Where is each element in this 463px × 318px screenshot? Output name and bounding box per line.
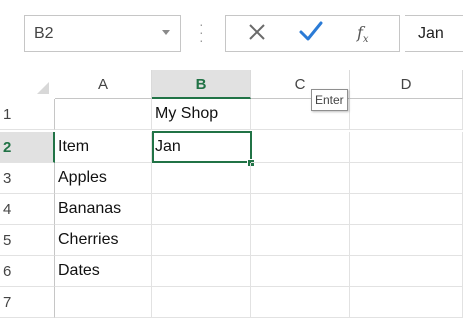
cell-d3[interactable] — [350, 163, 463, 194]
cell-b4[interactable] — [152, 194, 251, 225]
name-box-dropdown-icon[interactable] — [162, 30, 170, 35]
row-header-4[interactable]: 4 — [0, 194, 55, 225]
cell-a5[interactable]: Cherries — [55, 225, 152, 256]
column-header-a[interactable]: A — [55, 70, 152, 99]
cell-b2[interactable]: Jan — [152, 131, 252, 163]
enter-tooltip: Enter — [311, 89, 348, 111]
cell-d6[interactable] — [350, 256, 463, 287]
cell-c4[interactable] — [251, 194, 350, 225]
select-all-triangle-icon — [37, 82, 49, 94]
cell-b3[interactable] — [152, 163, 251, 194]
cell-a4[interactable]: Bananas — [55, 194, 152, 225]
cell-d2[interactable] — [350, 132, 463, 163]
row-header-2[interactable]: 2 — [0, 132, 55, 163]
cell-a1[interactable] — [55, 99, 152, 130]
enter-check-icon[interactable] — [298, 19, 324, 43]
cell-d4[interactable] — [350, 194, 463, 225]
cell-b5[interactable] — [152, 225, 251, 256]
worksheet-grid: A B C D 1 My Shop 2 Item Jan 3 Apples 4 Bananas 5 Cher… — [0, 70, 463, 318]
cell-c6[interactable] — [251, 256, 350, 287]
cell-d1[interactable] — [350, 99, 463, 130]
row-header-6[interactable]: 6 — [0, 256, 55, 287]
formula-input[interactable]: Jan — [405, 15, 463, 52]
cancel-x-icon[interactable] — [245, 20, 269, 44]
column-header-d[interactable]: D — [350, 70, 463, 99]
name-box[interactable]: B2 — [24, 15, 181, 52]
cell-b1[interactable]: My Shop — [152, 99, 251, 130]
cell-d5[interactable] — [350, 225, 463, 256]
cell-a7[interactable] — [55, 287, 152, 318]
cell-c2[interactable] — [251, 132, 350, 163]
cell-a6[interactable]: Dates — [55, 256, 152, 287]
column-header-b[interactable]: B — [152, 70, 251, 99]
row-header-3[interactable]: 3 — [0, 163, 55, 194]
cell-a3[interactable]: Apples — [55, 163, 152, 194]
fx-icon[interactable]: fx — [357, 23, 381, 45]
cell-c5[interactable] — [251, 225, 350, 256]
cell-a2[interactable]: Item — [55, 132, 152, 163]
row-header-1[interactable]: 1 — [0, 99, 55, 130]
row-header-5[interactable]: 5 — [0, 225, 55, 256]
cell-b7[interactable] — [152, 287, 251, 318]
cell-c3[interactable] — [251, 163, 350, 194]
row-header-7[interactable]: 7 — [0, 287, 55, 318]
formula-input-value: Jan — [418, 25, 444, 42]
cell-d7[interactable] — [350, 287, 463, 318]
name-box-value: B2 — [34, 25, 54, 42]
cell-c7[interactable] — [251, 287, 350, 318]
formula-bar-grip-icon: · · · — [199, 16, 204, 48]
cell-b6[interactable] — [152, 256, 251, 287]
select-all-corner[interactable] — [0, 70, 55, 99]
